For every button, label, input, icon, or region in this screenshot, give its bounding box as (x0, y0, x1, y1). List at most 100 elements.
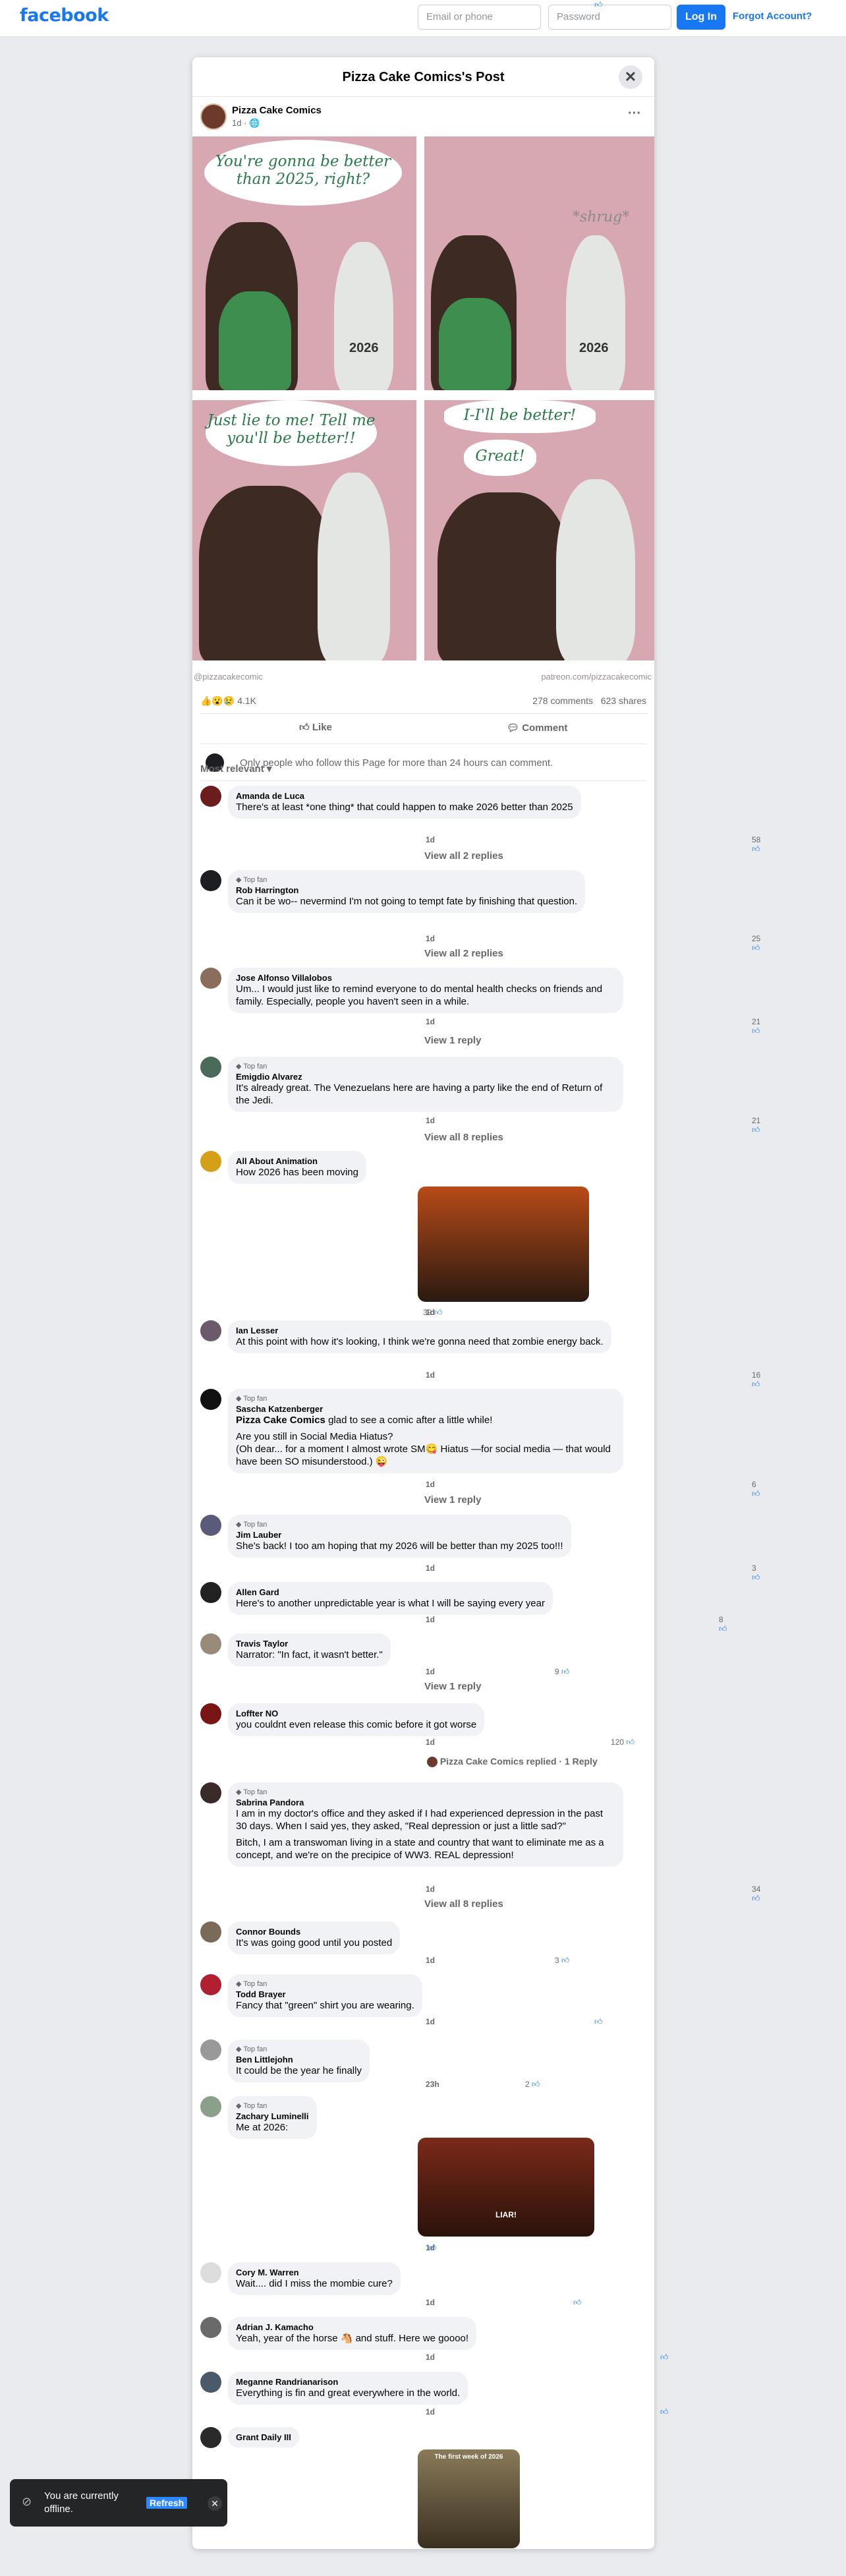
page-mention[interactable]: Pizza Cake Comics (236, 1415, 325, 1426)
like-reaction-icon[interactable]: 👍︎ (573, 2298, 582, 2308)
commenter-avatar[interactable] (200, 2096, 221, 2117)
commenter-name[interactable]: Adrian J. Kamacho (236, 2322, 468, 2332)
commenter-avatar[interactable] (200, 1057, 221, 1078)
more-options-icon[interactable]: ··· (628, 106, 641, 121)
comment-timestamp[interactable]: 1d (426, 1370, 435, 1380)
commenter-avatar[interactable] (200, 1389, 221, 1410)
comment-reaction-count[interactable]: 39 👍︎ (423, 1308, 442, 1318)
comic-image[interactable]: You're gonna be better than 2025, right?… (192, 136, 654, 690)
commenter-name[interactable]: Travis Taylor (236, 1639, 383, 1649)
commenter-name[interactable]: Sabrina Pandora (236, 1798, 615, 1807)
comment-reaction-count[interactable]: 21 👍︎ (752, 1116, 760, 1135)
comment-reaction-count[interactable]: 3 👍︎ (752, 1564, 760, 1583)
comment-timestamp[interactable]: 1d (426, 1885, 435, 1894)
comment-reaction-count[interactable]: 21 👍︎ (752, 1017, 760, 1036)
commenter-name[interactable]: Allen Gard (236, 1587, 545, 1597)
comment-reaction-count[interactable]: 6 👍︎ (752, 1480, 760, 1499)
commenter-avatar[interactable] (200, 1582, 221, 1603)
commenter-avatar[interactable] (200, 2427, 221, 2448)
email-input[interactable]: Email or phone (418, 5, 541, 30)
facebook-logo[interactable]: facebook (20, 5, 109, 26)
commenter-name[interactable]: Meganne Randrianarison (236, 2377, 460, 2387)
like-reaction-icon[interactable]: 👍︎ (660, 2407, 669, 2417)
commenter-avatar[interactable] (200, 1151, 221, 1172)
comment-image[interactable] (418, 1186, 589, 1302)
like-reaction-icon[interactable]: 👍︎ (594, 0, 603, 10)
comment-timestamp[interactable]: 1d (426, 1667, 435, 1676)
password-input[interactable]: Password (548, 5, 671, 30)
commenter-avatar[interactable] (200, 1703, 221, 1724)
commenter-avatar[interactable] (200, 870, 221, 891)
commenter-name[interactable]: All About Animation (236, 1156, 358, 1166)
comment-reaction-count[interactable]: 16 👍︎ (752, 1370, 760, 1390)
comment-timestamp[interactable]: 1d (426, 1116, 435, 1125)
view-replies-link[interactable]: View all 2 replies (424, 948, 503, 959)
view-replies-link[interactable]: View all 2 replies (424, 850, 503, 862)
commenter-name[interactable]: Ian Lesser (236, 1326, 604, 1335)
reactions-summary[interactable]: 👍😮😢 4.1K (200, 695, 256, 707)
post-timestamp[interactable]: 1d · 🌐 (232, 118, 260, 129)
page-reply-link[interactable]: Pizza Cake Comics replied · 1 Reply (427, 1756, 598, 1768)
page-avatar[interactable] (200, 103, 227, 130)
commenter-name[interactable]: Zachary Luminelli (236, 2111, 309, 2121)
comment-timestamp[interactable]: 1d (426, 1480, 435, 1489)
view-replies-link[interactable]: View all 8 replies (424, 1898, 503, 1910)
comment-timestamp[interactable]: 1d (426, 2407, 435, 2416)
commenter-name[interactable]: Jose Alfonso Villalobos (236, 973, 615, 983)
comment-reaction-count[interactable]: 9 👍︎ (555, 1667, 570, 1677)
comment-reaction-count[interactable]: 8 👍︎ (719, 1615, 727, 1634)
comment-reaction-count[interactable]: 120 👍︎ (611, 1738, 634, 1747)
comment-reaction-count[interactable]: 3 👍︎ (555, 1956, 570, 1966)
like-reaction-icon[interactable]: 👍︎ (428, 2243, 437, 2253)
comment-button[interactable]: 💬︎ Comment (507, 722, 567, 734)
comment-timestamp[interactable]: 1d (426, 1956, 435, 1965)
commenter-name[interactable]: Todd Brayer (236, 1989, 414, 1999)
comment-reaction-count[interactable]: 2 👍︎ (525, 2080, 540, 2090)
commenter-avatar[interactable] (200, 786, 221, 807)
view-replies-link[interactable]: View 1 reply (424, 1494, 481, 1506)
comment-timestamp[interactable]: 1d (426, 1615, 435, 1624)
commenter-name[interactable]: Ben Littlejohn (236, 2055, 362, 2064)
comment-timestamp[interactable]: 1d (426, 2017, 435, 2026)
view-replies-link[interactable]: View 1 reply (424, 1681, 481, 1692)
commenter-name[interactable]: Loffter NO (236, 1709, 476, 1718)
comment-share-counts[interactable]: 278 comments 623 shares (532, 695, 646, 706)
commenter-avatar[interactable] (200, 968, 221, 989)
like-reaction-icon[interactable]: 👍︎ (594, 2017, 603, 2027)
forgot-account-link[interactable]: Forgot Account? (733, 11, 812, 22)
commenter-name[interactable]: Connor Bounds (236, 1927, 392, 1937)
commenter-name[interactable]: Sascha Katzenberger (236, 1404, 615, 1414)
commenter-avatar[interactable] (200, 1921, 221, 1943)
commenter-avatar[interactable] (200, 2039, 221, 2061)
commenter-avatar[interactable] (200, 2372, 221, 2393)
like-button[interactable]: 👍︎ Like (299, 722, 332, 734)
commenter-avatar[interactable] (200, 1320, 221, 1341)
commenter-name[interactable]: Amanda de Luca (236, 791, 573, 801)
like-reaction-icon[interactable]: 👍︎ (660, 2353, 669, 2362)
commenter-name[interactable]: Jim Lauber (236, 1530, 563, 1540)
commenter-name[interactable]: Grant Daily III (236, 2432, 291, 2442)
comment-timestamp[interactable]: 1d (426, 1564, 435, 1573)
commenter-name[interactable]: Rob Harrington (236, 885, 577, 895)
sort-dropdown[interactable]: Most relevant ▾ (200, 763, 271, 775)
commenter-avatar[interactable] (200, 1782, 221, 1803)
comment-timestamp[interactable]: 1d (426, 2298, 435, 2307)
login-button[interactable]: Log In (677, 5, 725, 30)
commenter-name[interactable]: Emigdio Alvarez (236, 1072, 615, 1082)
comment-reaction-count[interactable]: 25 👍︎ (752, 934, 760, 953)
commenter-avatar[interactable] (200, 1515, 221, 1536)
commenter-name[interactable]: Cory M. Warren (236, 2268, 393, 2277)
close-icon[interactable]: ✕ (208, 2496, 222, 2511)
commenter-avatar[interactable] (200, 1974, 221, 1995)
commenter-avatar[interactable] (200, 1633, 221, 1654)
post-author-name[interactable]: Pizza Cake Comics (232, 105, 322, 116)
comment-timestamp[interactable]: 1d (426, 1017, 435, 1026)
comment-reaction-count[interactable]: 58 👍︎ (752, 835, 760, 854)
comment-timestamp[interactable]: 1d (426, 1738, 435, 1747)
comment-reaction-count[interactable]: 34 👍︎ (752, 1885, 760, 1904)
commenter-avatar[interactable] (200, 2317, 221, 2338)
commenter-avatar[interactable] (200, 2262, 221, 2283)
comment-timestamp[interactable]: 1d (426, 934, 435, 943)
comment-timestamp[interactable]: 23h (426, 2080, 439, 2089)
view-replies-link[interactable]: View all 8 replies (424, 1132, 503, 1143)
